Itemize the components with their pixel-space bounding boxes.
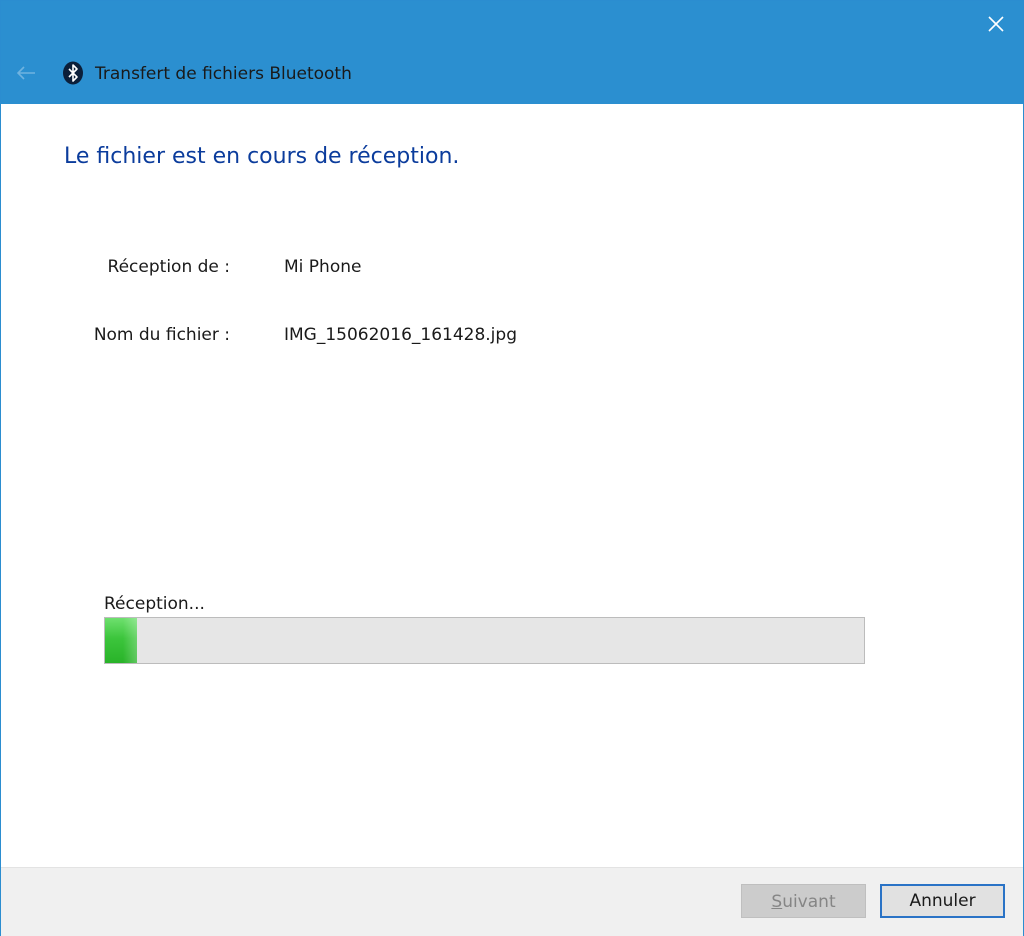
bluetooth-transfer-window: Transfert de fichiers Bluetooth Le fichi… bbox=[0, 0, 1024, 936]
bluetooth-icon bbox=[63, 61, 83, 85]
next-button-label: uivant bbox=[782, 892, 836, 912]
next-button-accelerator: S bbox=[771, 892, 783, 912]
page-heading: Le fichier est en cours de réception. bbox=[64, 144, 460, 169]
file-name-value: IMG_15062016_161428.jpg bbox=[284, 325, 517, 345]
back-arrow-icon bbox=[16, 66, 35, 80]
progress-bar bbox=[104, 617, 865, 664]
sender-label: Réception de : bbox=[107, 257, 230, 277]
progress-bar-fill bbox=[105, 618, 137, 663]
button-footer: Suivant Annuler bbox=[1, 867, 1023, 936]
close-button[interactable] bbox=[969, 1, 1023, 47]
file-name-label: Nom du fichier : bbox=[93, 325, 230, 345]
cancel-button[interactable]: Annuler bbox=[880, 884, 1005, 918]
title-bar: Transfert de fichiers Bluetooth bbox=[1, 1, 1023, 104]
back-button[interactable] bbox=[11, 59, 41, 87]
sender-value: Mi Phone bbox=[284, 257, 362, 277]
window-title: Transfert de fichiers Bluetooth bbox=[95, 64, 352, 84]
next-button[interactable]: Suivant bbox=[741, 884, 866, 918]
progress-status-label: Réception... bbox=[104, 594, 205, 614]
close-icon bbox=[988, 16, 1004, 32]
